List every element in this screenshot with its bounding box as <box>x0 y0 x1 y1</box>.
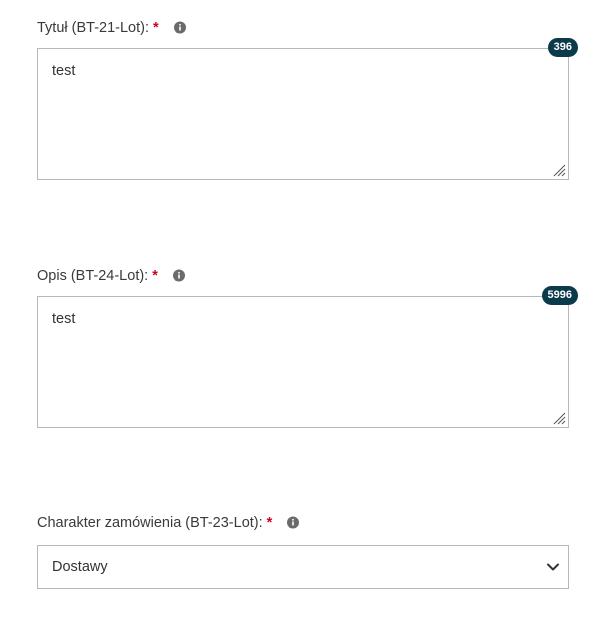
contract-nature-label: Charakter zamówienia (BT-23-Lot): <box>37 515 263 531</box>
character-counter-badge: 396 <box>547 38 578 57</box>
title-textarea[interactable]: test <box>37 48 569 180</box>
description-label: Opis (BT-24-Lot): <box>37 268 149 284</box>
description-field-label-row: Opis (BT-24-Lot): * <box>37 268 186 284</box>
title-label: Tytuł (BT-21-Lot): <box>37 20 150 36</box>
contract-nature-selected-value: Dostawy <box>52 559 108 575</box>
contract-nature-select[interactable]: Dostawy <box>37 545 569 589</box>
info-icon[interactable] <box>173 21 187 35</box>
required-marker: * <box>266 515 273 531</box>
description-textarea[interactable]: test <box>37 296 569 428</box>
title-field-label-row: Tytuł (BT-21-Lot): * <box>37 20 187 36</box>
title-textarea-value: test <box>52 63 76 79</box>
description-textarea-value: test <box>52 311 76 327</box>
contract-nature-label-row: Charakter zamówienia (BT-23-Lot): * <box>37 515 300 531</box>
required-marker: * <box>153 20 159 36</box>
character-counter-badge: 5996 <box>541 286 578 305</box>
info-icon[interactable] <box>286 516 300 530</box>
chevron-down-icon[interactable] <box>546 560 560 574</box>
resize-grip-icon[interactable] <box>552 411 566 425</box>
required-marker: * <box>152 268 158 284</box>
resize-grip-icon[interactable] <box>552 163 566 177</box>
info-icon[interactable] <box>172 269 186 283</box>
